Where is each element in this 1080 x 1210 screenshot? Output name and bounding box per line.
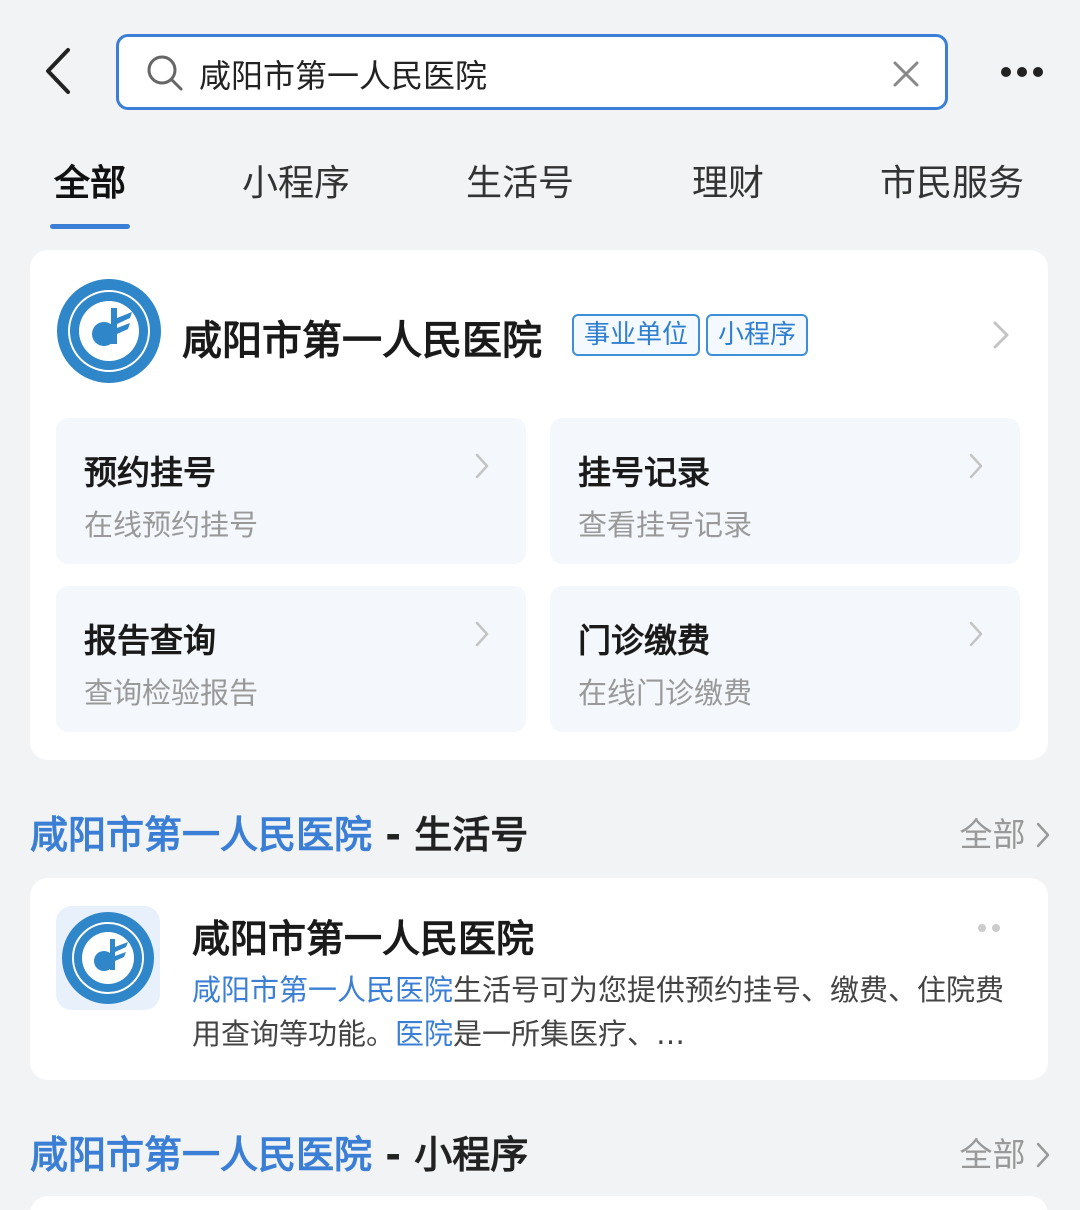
service-subtitle: 查看挂号记录 xyxy=(578,508,753,542)
main-result-card[interactable]: 咸阳市第一人民医院 事业单位 小程序 预约挂号 在线预约挂号 挂号记录 查看挂号… xyxy=(30,250,1048,760)
service-tile-payment[interactable]: 门诊缴费 在线门诊缴费 xyxy=(550,586,1020,732)
more-icon[interactable] xyxy=(998,54,1046,90)
service-tile-records[interactable]: 挂号记录 查看挂号记录 xyxy=(550,418,1020,564)
life-account-title: 咸阳市第一人民医院 xyxy=(192,917,535,961)
chevron-right-icon xyxy=(968,452,984,484)
top-bar: 咸阳市第一人民医院 xyxy=(0,0,1080,140)
tab-all[interactable]: 全部 xyxy=(54,154,126,206)
chevron-right-icon[interactable] xyxy=(992,320,1010,354)
hospital-logo xyxy=(56,906,160,1010)
more-options-icon[interactable] xyxy=(974,920,1004,936)
tab-mini-program[interactable]: 小程序 xyxy=(242,154,350,206)
service-subtitle: 在线门诊缴费 xyxy=(578,676,753,710)
service-subtitle: 在线预约挂号 xyxy=(84,508,259,542)
active-tab-indicator xyxy=(50,224,130,229)
section-title: 咸阳市第一人民医院 - 生活号 xyxy=(30,813,529,857)
life-account-section-header: 咸阳市第一人民医院 - 生活号 全部 xyxy=(30,804,1050,864)
service-title: 预约挂号 xyxy=(84,453,216,492)
tag-public-institution: 事业单位 xyxy=(572,314,701,356)
see-all-link[interactable]: 全部 xyxy=(960,1128,1051,1176)
service-title: 报告查询 xyxy=(84,621,216,660)
chevron-right-icon xyxy=(1036,1142,1050,1168)
service-title: 挂号记录 xyxy=(578,453,710,492)
chevron-right-icon xyxy=(474,452,490,484)
clear-icon[interactable] xyxy=(889,57,923,91)
service-title: 门诊缴费 xyxy=(578,621,710,660)
tag-mini-program: 小程序 xyxy=(706,314,809,356)
tab-life-account[interactable]: 生活号 xyxy=(466,154,574,206)
service-subtitle: 查询检验报告 xyxy=(84,676,259,710)
back-icon[interactable] xyxy=(38,46,78,96)
search-input[interactable]: 咸阳市第一人民医院 xyxy=(116,34,948,110)
mini-program-card[interactable] xyxy=(30,1196,1048,1210)
chevron-right-icon xyxy=(1036,822,1050,848)
search-query[interactable]: 咸阳市第一人民医院 xyxy=(199,51,487,97)
life-account-card[interactable]: 咸阳市第一人民医院 咸阳市第一人民医院生活号可为您提供预约挂号、缴费、住院费用查… xyxy=(30,878,1048,1080)
life-account-description: 咸阳市第一人民医院生活号可为您提供预约挂号、缴费、住院费用查询等功能。医院是一所… xyxy=(192,973,1005,1051)
main-title[interactable]: 咸阳市第一人民医院 xyxy=(182,308,542,366)
service-tile-appointment[interactable]: 预约挂号 在线预约挂号 xyxy=(56,418,526,564)
service-tile-report[interactable]: 报告查询 查询检验报告 xyxy=(56,586,526,732)
chevron-right-icon xyxy=(474,620,490,652)
hospital-logo xyxy=(56,278,162,384)
mini-program-section-header: 咸阳市第一人民医院 - 小程序 全部 xyxy=(30,1124,1050,1184)
tab-citizen-services[interactable]: 市民服务 xyxy=(880,154,1024,206)
section-title: 咸阳市第一人民医院 - 小程序 xyxy=(30,1133,529,1177)
see-all-link[interactable]: 全部 xyxy=(960,808,1051,856)
tab-finance[interactable]: 理财 xyxy=(692,154,764,206)
category-tabs: 全部 小程序 生活号 理财 市民服务 xyxy=(0,140,1080,232)
search-icon xyxy=(145,53,185,93)
chevron-right-icon xyxy=(968,620,984,652)
